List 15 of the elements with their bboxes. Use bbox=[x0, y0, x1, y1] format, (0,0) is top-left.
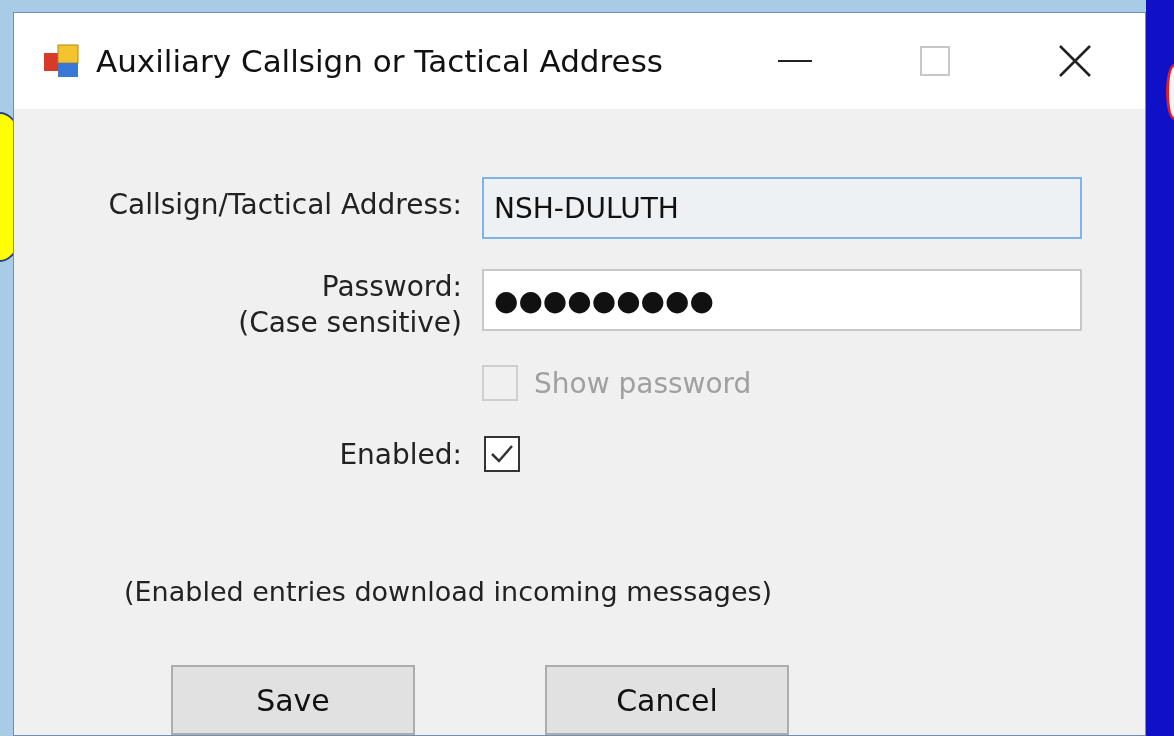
checkbox-label: Show password bbox=[534, 366, 752, 400]
field-label: Callsign/Tactical Address: bbox=[108, 187, 462, 223]
save-button[interactable]: Save bbox=[171, 665, 415, 735]
close-icon bbox=[1058, 44, 1092, 78]
field-hint: (Case sensitive) bbox=[238, 305, 462, 341]
note-text: (Enabled entries download incoming messages) bbox=[124, 576, 773, 607]
window-title: Auxiliary Callsign or Tactical Address bbox=[96, 43, 664, 79]
cancel-button[interactable]: Cancel bbox=[545, 665, 789, 735]
input-field[interactable]: NSH-DULUTH bbox=[482, 177, 1082, 239]
field-label: Password: bbox=[321, 269, 462, 305]
field-label: Enabled: bbox=[339, 437, 462, 473]
maximize-icon bbox=[920, 46, 950, 76]
checkbox[interactable] bbox=[484, 436, 520, 472]
minimize-icon bbox=[778, 59, 812, 63]
input-field[interactable]: ●●●●●●●●● bbox=[482, 269, 1082, 331]
